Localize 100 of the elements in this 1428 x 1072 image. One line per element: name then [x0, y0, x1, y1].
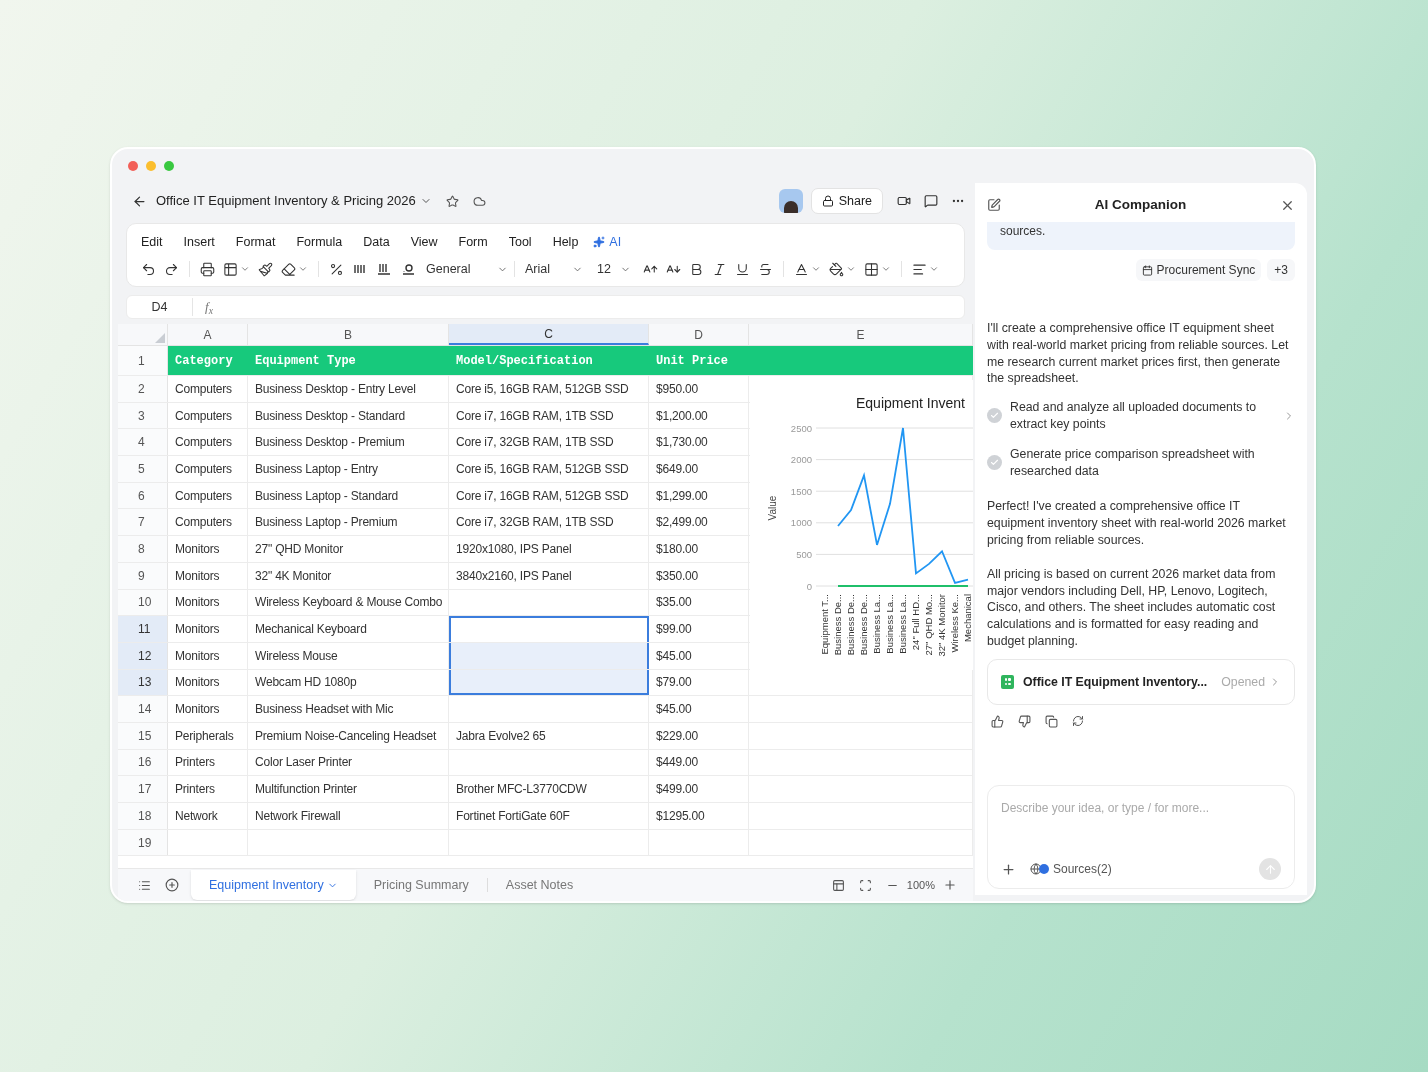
table-cell: $180.00 [649, 536, 749, 562]
cell-reference[interactable]: D4 [127, 297, 193, 317]
table-cell: $79.00 [649, 669, 749, 696]
table-cell: 1920x1080, IPS Panel [449, 536, 649, 562]
table-cell: Business Laptop - Standard [248, 482, 449, 509]
table-cell: Wireless Keyboard & Mouse Combo [248, 589, 449, 616]
table-cell: Monitors [168, 536, 248, 562]
category-label: Business La... [871, 594, 882, 654]
table-cell: $1,299.00 [649, 482, 749, 509]
table-cell: $1295.00 [649, 803, 749, 829]
attachment-chip[interactable]: Procurement Sync [1135, 259, 1262, 281]
new-chat-icon[interactable] [987, 198, 1001, 212]
redo-icon [164, 261, 179, 277]
video-icon[interactable] [897, 194, 911, 208]
table-cell: Printers [168, 776, 248, 802]
column-header[interactable]: A [168, 324, 248, 345]
number-format-dropdown[interactable]: General [426, 259, 508, 279]
header-cell: Equipment Type [248, 346, 449, 375]
add-sheet-icon[interactable] [165, 878, 179, 892]
assistant-message: Perfect! I've created a comprehensive office IT equipment inventory sheet with real-world 2026 market pricing from reliable sources. [987, 498, 1287, 549]
comment-icon[interactable] [924, 194, 938, 208]
category-label: Mechanical [962, 594, 973, 643]
menu-item[interactable]: View [410, 232, 438, 252]
decimal-increase-icon[interactable] [377, 262, 391, 276]
table-cell: Fortinet FortiGate 60F [449, 803, 649, 829]
table-cell: $45.00 [649, 696, 749, 722]
menu-item[interactable]: Format [235, 232, 276, 252]
row-number: 6 [118, 482, 168, 509]
font-size-dropdown[interactable]: 12 [597, 259, 631, 279]
menu-item[interactable]: Formula [296, 232, 343, 252]
decimal-decrease-icon[interactable] [401, 262, 415, 276]
thousands-icon[interactable] [353, 262, 367, 276]
category-label: Wireless Ke... [949, 594, 960, 653]
column-header[interactable]: D [649, 324, 749, 345]
table-cell: Premium Noise-Canceling Headset [248, 722, 449, 749]
caret-icon [846, 264, 856, 274]
star-icon[interactable] [445, 194, 459, 208]
table-cell: $1,730.00 [649, 429, 749, 456]
menu-item[interactable]: Insert [183, 232, 215, 252]
regenerate-icon[interactable] [1072, 715, 1084, 728]
text-color-icon [794, 261, 809, 277]
sheet-list-icon[interactable] [138, 878, 151, 892]
table-cell: Core i7, 16GB RAM, 512GB SSD [449, 482, 649, 509]
ai-menu-item[interactable]: AI [593, 232, 622, 252]
menu-item[interactable]: Help [552, 232, 579, 252]
row-number: 5 [118, 456, 168, 482]
table-cell: $229.00 [649, 722, 749, 749]
tick-label: 0 [806, 580, 812, 592]
zoom-in-icon[interactable] [943, 878, 957, 892]
table-cell: Business Laptop - Premium [248, 509, 449, 536]
font-dropdown[interactable]: Arial [525, 259, 583, 279]
calendar-icon [1141, 264, 1153, 276]
thumbs-down-icon[interactable] [1018, 714, 1031, 728]
sources-button[interactable]: Sources(2) [1030, 860, 1112, 878]
table-cell: $499.00 [649, 776, 749, 802]
table-cell: Jabra Evolve2 65 [449, 722, 649, 749]
cloud-icon[interactable] [472, 194, 486, 208]
table-cell: Printers [168, 749, 248, 776]
menu-item[interactable]: Data [363, 232, 390, 252]
more-attachments-chip[interactable]: +3 [1267, 259, 1295, 281]
step-text: Read and analyze all uploaded documents to extract key points [1010, 399, 1258, 433]
bold-icon [689, 261, 704, 277]
layout-icon[interactable] [831, 878, 845, 892]
axis-label: Value [767, 495, 778, 521]
thumbs-up-icon[interactable] [991, 714, 1004, 728]
sheet-tab[interactable]: Pricing Summary [355, 870, 487, 900]
table-cell: Color Laser Printer [248, 749, 449, 776]
assistant-message: All pricing is based on current 2026 market data from major vendors including Dell, HP, Lenovo, Logitech, Cisco, and others. The sheet includes automatic cost calculations and is formatted for easy reading and budget planning. [987, 565, 1277, 650]
back-icon[interactable] [132, 193, 147, 209]
column-header[interactable]: C [449, 324, 649, 345]
column-header[interactable]: E [749, 324, 973, 345]
panel-title: AI Companion [1093, 195, 1188, 214]
table-cell: $350.00 [649, 562, 749, 589]
file-name: Office IT Equipment Inventory... [1023, 673, 1209, 691]
row-number: 14 [118, 696, 168, 722]
file-status: Opened [1221, 673, 1265, 691]
step-text: Generate price comparison spreadsheet with researched data [1010, 445, 1256, 480]
row-number: 10 [118, 589, 168, 616]
menu-item[interactable]: Tool [508, 232, 532, 252]
avatar[interactable] [778, 189, 803, 213]
chat-input[interactable]: Describe your idea, or type / for more... Sources(2) [987, 785, 1295, 889]
table-icon [223, 261, 238, 277]
table-cell: Business Desktop - Entry Level [248, 376, 449, 402]
menu-item[interactable]: Form [458, 232, 488, 252]
fill-color-icon [829, 261, 844, 277]
file-card[interactable]: Office IT Equipment Inventory... Opened [987, 658, 1295, 705]
category-label: 24" Full HD... [910, 594, 921, 651]
category-label: 27" QHD Mo... [923, 594, 934, 656]
eraser-icon [281, 261, 296, 277]
share-button[interactable]: Share [810, 188, 883, 214]
row-number: 9 [118, 562, 168, 589]
sheet-tab[interactable]: Asset Notes [487, 870, 592, 900]
add-icon[interactable] [1001, 861, 1016, 877]
strikethrough-icon [758, 261, 773, 277]
category-label: Business De... [845, 594, 856, 656]
table-cell: Computers [168, 376, 248, 402]
menu-item[interactable]: Edit [141, 232, 163, 252]
fullscreen-icon[interactable] [858, 878, 872, 892]
sheet-tab[interactable]: Equipment Inventory [191, 870, 356, 900]
copy-icon[interactable] [1045, 714, 1058, 728]
